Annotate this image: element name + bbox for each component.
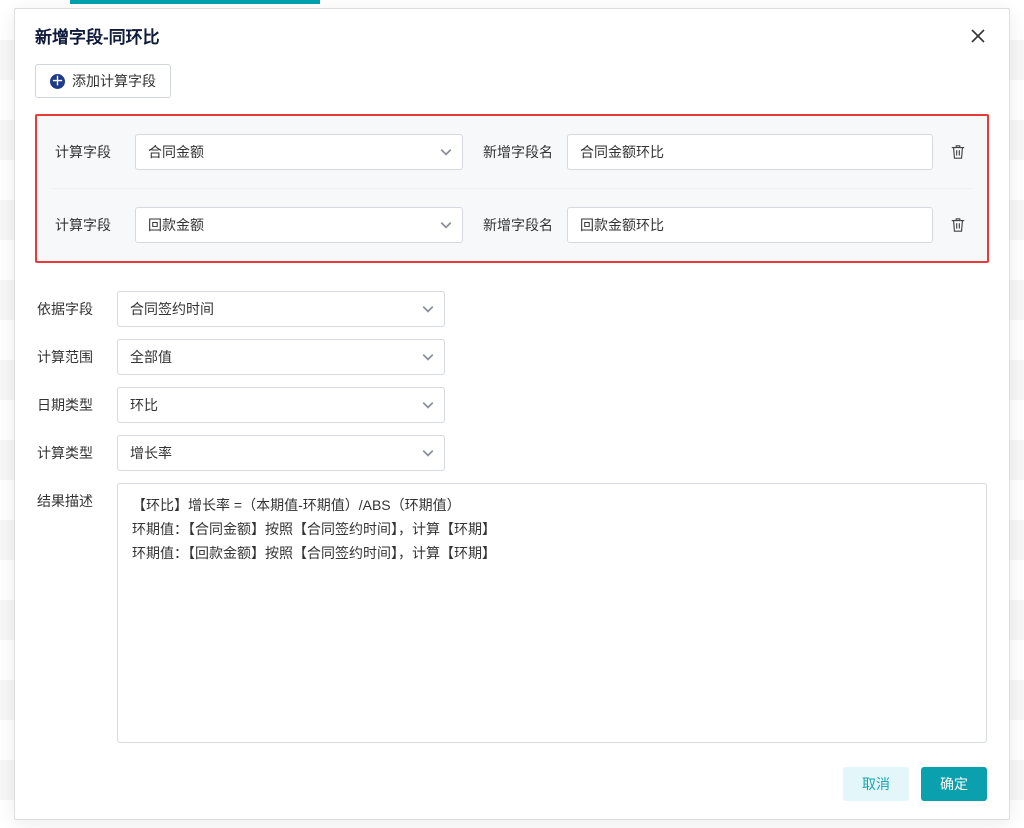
calc-field-select[interactable]: 合同金额 bbox=[135, 134, 463, 170]
basis-value: 合同签约时间 bbox=[130, 299, 214, 319]
cancel-button[interactable]: 取消 bbox=[843, 767, 909, 801]
calc-fields-block: 计算字段 合同金额 新增字段名 计算字段 回款金额 新增字段名 bbox=[35, 114, 989, 263]
calc-row: 计算字段 回款金额 新增字段名 bbox=[51, 188, 973, 261]
add-calc-field-button[interactable]: ＋ 添加计算字段 bbox=[35, 64, 171, 98]
calc-field-label: 计算字段 bbox=[55, 142, 121, 162]
chevron-down-icon bbox=[422, 447, 434, 459]
calc-field-select[interactable]: 回款金额 bbox=[135, 207, 463, 243]
newname-input[interactable] bbox=[567, 134, 933, 170]
trash-icon[interactable] bbox=[947, 214, 969, 236]
plus-circle-icon: ＋ bbox=[50, 74, 65, 89]
result-description: 【环比】增长率 =（本期值-环期值）/ABS（环期值） 环期值：【合同金额】按照… bbox=[117, 483, 987, 743]
calc-type-select[interactable]: 增长率 bbox=[117, 435, 445, 471]
date-type-value: 环比 bbox=[130, 395, 158, 415]
modal-add-field-ratio: 新增字段-同环比 ＋ 添加计算字段 计算字段 合同金额 新增字段名 bbox=[14, 8, 1010, 820]
config-grid: 依据字段 合同签约时间 计算范围 全部值 日期类型 环比 bbox=[35, 285, 989, 749]
chevron-down-icon bbox=[422, 351, 434, 363]
newname-label: 新增字段名 bbox=[477, 142, 553, 162]
desc-row: 结果描述 【环比】增长率 =（本期值-环期值）/ABS（环期值） 环期值：【合同… bbox=[35, 477, 989, 749]
desc-label: 结果描述 bbox=[37, 483, 103, 511]
basis-label: 依据字段 bbox=[37, 291, 103, 319]
date-type-select[interactable]: 环比 bbox=[117, 387, 445, 423]
newname-label: 新增字段名 bbox=[477, 215, 553, 235]
modal-header: 新增字段-同环比 bbox=[15, 9, 1009, 60]
modal-footer: 取消 确定 bbox=[15, 753, 1009, 819]
date-type-label: 日期类型 bbox=[37, 387, 103, 415]
calc-type-value: 增长率 bbox=[130, 443, 172, 463]
calc-row: 计算字段 合同金额 新增字段名 bbox=[51, 116, 973, 188]
chevron-down-icon bbox=[440, 146, 452, 158]
close-icon[interactable] bbox=[967, 25, 989, 47]
chevron-down-icon bbox=[440, 219, 452, 231]
basis-row: 依据字段 合同签约时间 bbox=[35, 285, 989, 333]
calc-type-row: 计算类型 增长率 bbox=[35, 429, 989, 477]
range-select[interactable]: 全部值 bbox=[117, 339, 445, 375]
calc-field-label: 计算字段 bbox=[55, 215, 121, 235]
basis-select[interactable]: 合同签约时间 bbox=[117, 291, 445, 327]
chevron-down-icon bbox=[422, 303, 434, 315]
range-value: 全部值 bbox=[130, 347, 172, 367]
range-row: 计算范围 全部值 bbox=[35, 333, 989, 381]
date-type-row: 日期类型 环比 bbox=[35, 381, 989, 429]
calc-field-value: 回款金额 bbox=[148, 215, 204, 235]
chevron-down-icon bbox=[422, 399, 434, 411]
trash-icon[interactable] bbox=[947, 141, 969, 163]
add-button-label: 添加计算字段 bbox=[72, 71, 156, 91]
modal-body: ＋ 添加计算字段 计算字段 合同金额 新增字段名 计算字段 回款金额 bbox=[15, 60, 1009, 753]
calc-type-label: 计算类型 bbox=[37, 435, 103, 463]
modal-title: 新增字段-同环比 bbox=[35, 23, 160, 48]
calc-field-value: 合同金额 bbox=[148, 142, 204, 162]
range-label: 计算范围 bbox=[37, 339, 103, 367]
newname-input[interactable] bbox=[567, 207, 933, 243]
ok-button[interactable]: 确定 bbox=[921, 767, 987, 801]
